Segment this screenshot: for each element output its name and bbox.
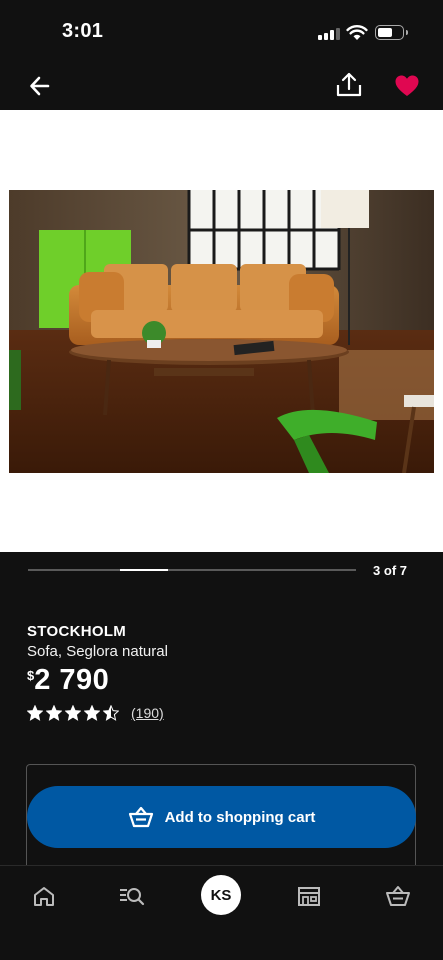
tab-profile-avatar[interactable]: KS [201,875,241,915]
star-icon [84,705,100,721]
shopping-basket-icon [386,886,410,906]
price-amount: 2 790 [34,664,110,696]
share-icon [336,72,362,97]
wifi-icon [346,25,368,40]
product-image-gallery[interactable] [0,110,443,552]
tab-search[interactable] [112,880,152,912]
status-time: 3:01 [62,20,104,42]
product-name: STOCKHOLM [27,623,127,640]
heart-icon [395,75,419,96]
tab-store[interactable] [289,880,329,912]
cellular-signal-icon [318,28,340,40]
back-button[interactable] [26,72,56,100]
product-description: Sofa, Seglora natural [27,643,168,660]
battery-icon [375,25,408,40]
home-icon [34,887,54,906]
star-icon [103,705,119,721]
gallery-progress-indicator [120,569,169,571]
gallery-progress-track [28,569,356,571]
review-count-link[interactable]: (190) [131,705,164,721]
share-button[interactable] [334,70,364,100]
gallery-counter: 3 of 7 [373,563,407,578]
search-list-icon [120,888,145,906]
add-to-cart-button[interactable]: Add to shopping cart [27,786,416,848]
tab-home[interactable] [24,880,64,912]
arrow-left-icon [30,76,50,96]
star-icon [46,705,62,721]
status-bar: 3:01 [0,0,443,62]
add-to-cart-label: Add to shopping cart [164,808,316,826]
star-icon [65,705,81,721]
tab-cart[interactable] [378,880,418,912]
favorite-button[interactable] [393,72,421,100]
product-rating[interactable]: (190) [27,705,164,721]
star-icon [27,705,43,721]
product-photo [9,190,434,473]
store-icon [298,887,320,906]
price-currency: $ [27,668,35,683]
bottom-tab-bar: KS [0,865,443,960]
shopping-basket-icon [128,806,153,828]
nav-bar [0,62,443,110]
product-price: $2 790 [27,664,109,697]
rating-stars [27,705,122,721]
